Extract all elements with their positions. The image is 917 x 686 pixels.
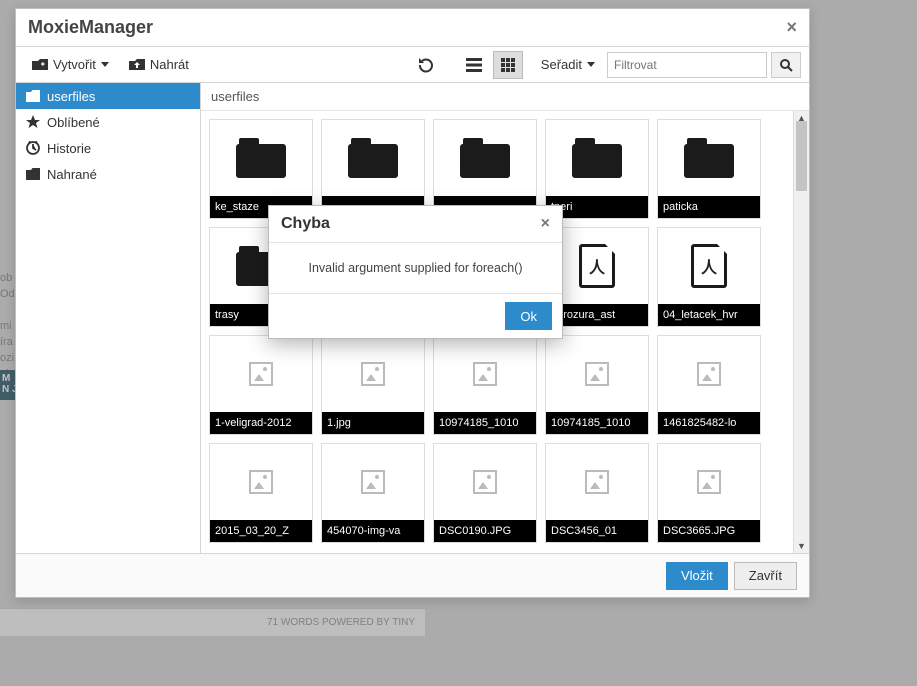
grid-view-button[interactable]: [493, 51, 523, 79]
error-ok-button[interactable]: Ok: [505, 302, 552, 330]
sidebar: userfiles Oblíbené Historie Nahrané: [16, 83, 201, 553]
file-tile-label: 454070-img-va: [322, 520, 424, 542]
folder-icon: [26, 90, 40, 102]
file-tile-label: 04_letacek_hvr: [658, 304, 760, 326]
file-tile[interactable]: 1461825482-lo: [657, 335, 761, 435]
image-placeholder-icon: [210, 444, 312, 520]
file-tile-label: 10974185_1010: [434, 412, 536, 434]
file-tile-label: 2015_03_20_Z: [210, 520, 312, 542]
grid-icon: [501, 58, 515, 72]
file-tile[interactable]: [433, 119, 537, 219]
image-placeholder-icon: [546, 444, 648, 520]
clock-icon: [26, 141, 40, 155]
caret-down-icon: [587, 62, 595, 67]
file-tile[interactable]: 人04_letacek_hvr: [657, 227, 761, 327]
toolbar: Vytvořit Nahrát Seřadit: [16, 47, 809, 83]
upload-button-label: Nahrát: [150, 57, 189, 72]
insert-button[interactable]: Vložit: [666, 562, 728, 590]
sort-button-label: Seřadit: [541, 57, 582, 72]
file-tile[interactable]: ke_staze: [209, 119, 313, 219]
file-tile-label: 1.jpg: [322, 412, 424, 434]
create-folder-icon: [32, 58, 48, 72]
file-tile[interactable]: [321, 119, 425, 219]
upload-icon: [26, 168, 40, 180]
scrollbar-thumb[interactable]: [796, 121, 807, 191]
refresh-button[interactable]: [411, 51, 441, 79]
error-dialog-title: Chyba: [281, 215, 330, 233]
folder-icon: [322, 120, 424, 196]
vertical-scrollbar[interactable]: ▲ ▼: [793, 111, 809, 553]
refresh-icon: [418, 57, 434, 73]
list-icon: [466, 58, 482, 72]
sidebar-item-label: Oblíbené: [47, 115, 100, 130]
breadcrumb[interactable]: userfiles: [201, 83, 809, 111]
file-tile[interactable]: DSC0190.JPG: [433, 443, 537, 543]
error-dialog-message: Invalid argument supplied for foreach(): [269, 242, 562, 294]
image-placeholder-icon: [322, 444, 424, 520]
sidebar-item-label: userfiles: [47, 89, 95, 104]
star-icon: [26, 115, 40, 129]
sort-button[interactable]: Seřadit: [533, 51, 603, 79]
file-tile-label: DSC3665.JPG: [658, 520, 760, 542]
file-tile[interactable]: tneri: [545, 119, 649, 219]
image-placeholder-icon: [322, 336, 424, 412]
file-tile[interactable]: DSC3456_01: [545, 443, 649, 543]
filter-input[interactable]: [607, 52, 767, 78]
dialog-close-button[interactable]: ×: [786, 17, 797, 38]
image-placeholder-icon: [434, 444, 536, 520]
file-tile-label: 10974185_1010: [546, 412, 648, 434]
file-tile[interactable]: paticka: [657, 119, 761, 219]
create-button[interactable]: Vytvořit: [24, 51, 117, 79]
file-tile-label: DSC0190.JPG: [434, 520, 536, 542]
folder-icon: [658, 120, 760, 196]
sidebar-item-userfiles[interactable]: userfiles: [16, 83, 200, 109]
sidebar-item-label: Nahrané: [47, 167, 97, 182]
image-placeholder-icon: [658, 444, 760, 520]
sidebar-item-history[interactable]: Historie: [16, 135, 200, 161]
error-dialog-header: Chyba ×: [269, 206, 562, 242]
dialog-header: MoxieManager ×: [16, 9, 809, 47]
folder-icon: [546, 120, 648, 196]
pdf-file-icon: 人: [658, 228, 760, 304]
search-button[interactable]: [771, 52, 801, 78]
file-tile[interactable]: 1-veligrad-2012: [209, 335, 313, 435]
file-tile[interactable]: 10974185_1010: [433, 335, 537, 435]
sidebar-item-favorites[interactable]: Oblíbené: [16, 109, 200, 135]
error-dialog-close-button[interactable]: ×: [541, 215, 550, 233]
close-button[interactable]: Zavřít: [734, 562, 797, 590]
search-icon: [779, 58, 793, 72]
list-view-button[interactable]: [459, 51, 489, 79]
caret-down-icon: [101, 62, 109, 67]
file-tile[interactable]: 2015_03_20_Z: [209, 443, 313, 543]
image-placeholder-icon: [434, 336, 536, 412]
error-dialog: Chyba × Invalid argument supplied for fo…: [268, 205, 563, 339]
file-tile[interactable]: 454070-img-va: [321, 443, 425, 543]
image-placeholder-icon: [658, 336, 760, 412]
file-tile-label: 1461825482-lo: [658, 412, 760, 434]
dialog-title: MoxieManager: [28, 17, 153, 38]
dialog-footer: Vložit Zavřít: [16, 553, 809, 597]
file-tile-label: paticka: [658, 196, 760, 218]
scroll-down-icon[interactable]: ▼: [794, 539, 809, 553]
file-tile[interactable]: DSC3665.JPG: [657, 443, 761, 543]
image-placeholder-icon: [210, 336, 312, 412]
sidebar-item-uploaded[interactable]: Nahrané: [16, 161, 200, 187]
create-button-label: Vytvořit: [53, 57, 96, 72]
upload-button[interactable]: Nahrát: [121, 51, 197, 79]
upload-icon: [129, 58, 145, 72]
folder-icon: [210, 120, 312, 196]
file-tile-label: DSC3456_01: [546, 520, 648, 542]
image-placeholder-icon: [546, 336, 648, 412]
error-dialog-footer: Ok: [269, 294, 562, 338]
file-tile-label: 1-veligrad-2012: [210, 412, 312, 434]
folder-icon: [434, 120, 536, 196]
file-tile[interactable]: 1.jpg: [321, 335, 425, 435]
file-tile[interactable]: 10974185_1010: [545, 335, 649, 435]
sidebar-item-label: Historie: [47, 141, 91, 156]
